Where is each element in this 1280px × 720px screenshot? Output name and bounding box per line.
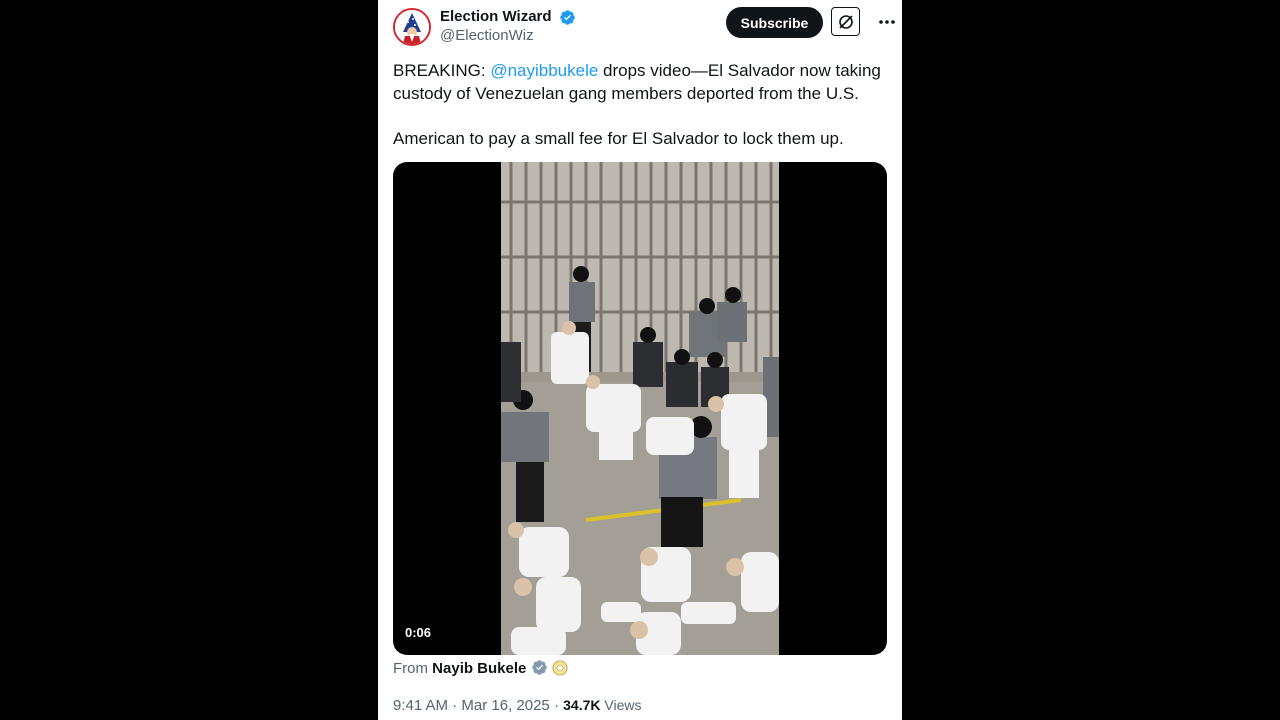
tweet-date[interactable]: Mar 16, 2025 [461,697,549,714]
grok-icon [838,14,853,29]
meta-separator: · [448,697,462,714]
video-player[interactable]: 0:06 [393,162,887,655]
tweet-time[interactable]: 9:41 AM [393,697,448,714]
author-names: Election Wizard @ElectionWiz [440,8,576,46]
source-prefix: From [393,660,433,677]
views-label: Views [600,697,642,713]
tweet-meta: 9:41 AM · Mar 16, 2025 · 34.7K Views [393,695,641,716]
grok-button[interactable] [831,7,860,36]
source-name-link[interactable]: Nayib Bukele [432,660,526,677]
meta-separator-2: · [549,697,564,714]
more-options-button[interactable] [877,12,897,32]
tweet-card: Election Wizard @ElectionWiz Subscribe B… [378,0,902,720]
government-badge-icon [531,660,547,675]
video-still-image [501,162,779,655]
avatar-logo-icon [395,10,429,44]
subscribe-button[interactable]: Subscribe [726,7,823,38]
mention-link[interactable]: @nayibbukele [490,61,598,80]
author-handle[interactable]: @ElectionWiz [440,26,576,46]
video-source: From Nayib Bukele [393,659,568,679]
tweet-text: BREAKING: @nayibbukele drops video—El Sa… [393,59,893,150]
tweet-header: Election Wizard @ElectionWiz Subscribe [393,6,895,50]
tweet-paragraph-1: BREAKING: @nayibbukele drops video—El Sa… [393,59,893,105]
tweet-prefix: BREAKING: [393,61,491,80]
more-icon [879,20,895,24]
views-count: 34.7K [563,697,601,713]
video-frame [501,162,779,655]
avatar[interactable] [393,8,431,46]
country-flag-badge-icon [552,660,568,676]
verified-badge-icon [560,9,575,25]
video-duration: 0:06 [405,625,432,640]
author-display-name[interactable]: Election Wizard [440,8,552,26]
tweet-paragraph-2: American to pay a small fee for El Salva… [393,129,844,148]
